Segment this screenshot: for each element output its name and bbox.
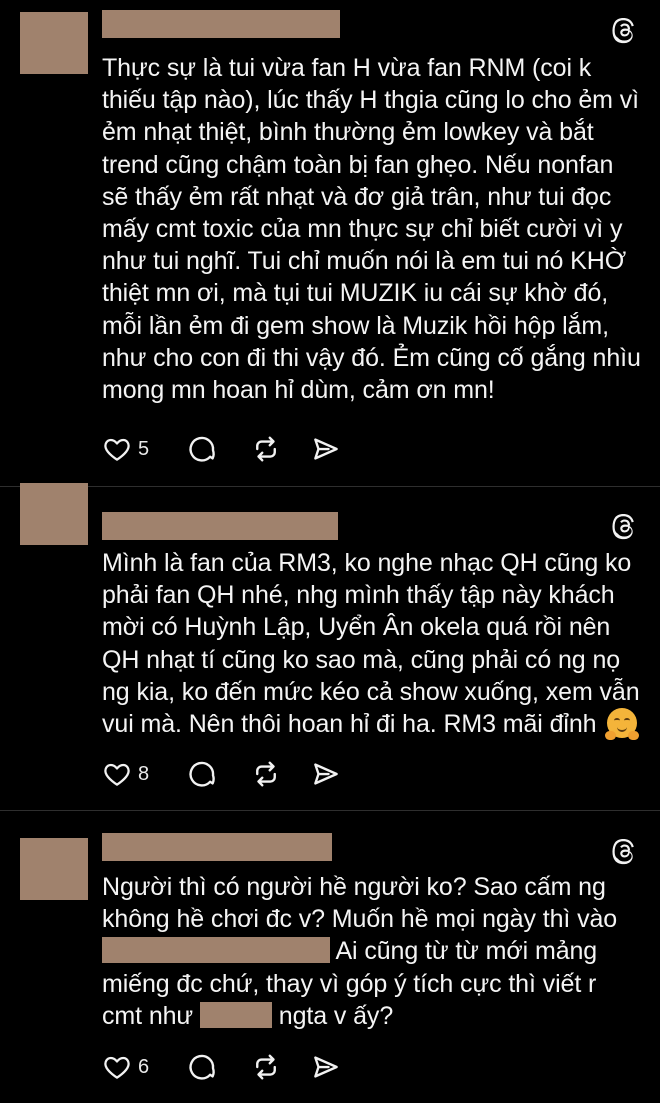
post-body: Người thì có người hề người ko? Sao cấm … xyxy=(102,871,642,1032)
post-body-part1: Người thì có người hề người ko? Sao cấm … xyxy=(102,873,618,934)
post-divider xyxy=(0,486,660,487)
post-actions: 6 xyxy=(102,1050,341,1084)
post-body: Mình là fan của RM3, ko nghe nhạc QH cũn… xyxy=(102,547,642,741)
avatar-redacted[interactable] xyxy=(20,838,88,900)
avatar-redacted[interactable] xyxy=(20,483,88,545)
redacted-name-inline xyxy=(199,1001,272,1028)
post-actions: 8 xyxy=(102,757,341,791)
post-body-part3: ngta v ấy? xyxy=(278,1001,394,1030)
hugging-face-emoji xyxy=(605,708,640,741)
heart-icon xyxy=(104,438,130,461)
comment-icon[interactable] xyxy=(187,434,217,464)
like-count: 8 xyxy=(138,762,150,785)
share-icon[interactable] xyxy=(311,434,341,464)
threads-logo-icon xyxy=(612,17,634,44)
share-icon[interactable] xyxy=(311,1052,341,1082)
like-button[interactable]: 6 xyxy=(102,1052,149,1082)
threads-logo-icon xyxy=(612,513,634,540)
post-divider xyxy=(0,810,660,811)
repost-icon[interactable] xyxy=(251,434,281,464)
repost-icon[interactable] xyxy=(251,1052,281,1082)
repost-icon[interactable] xyxy=(251,759,281,789)
like-button[interactable]: 5 xyxy=(102,434,149,464)
post-body: Thực sự là tui vừa fan H vừa fan RNM (co… xyxy=(102,54,641,405)
username-redacted[interactable] xyxy=(102,833,332,861)
post-body-text: Mình là fan của RM3, ko nghe nhạc QH cũn… xyxy=(102,549,640,739)
redacted-name-inline xyxy=(102,937,330,964)
threads-logo-icon xyxy=(612,838,634,865)
comment-icon[interactable] xyxy=(187,1052,217,1082)
username-redacted[interactable] xyxy=(102,512,338,540)
heart-icon xyxy=(104,763,130,786)
post-actions: 5 xyxy=(102,432,341,466)
share-icon[interactable] xyxy=(311,759,341,789)
heart-icon xyxy=(104,1056,130,1079)
like-button[interactable]: 8 xyxy=(102,759,149,789)
like-count: 5 xyxy=(138,437,150,460)
like-count: 6 xyxy=(138,1055,150,1078)
comment-icon[interactable] xyxy=(187,759,217,789)
avatar-redacted[interactable] xyxy=(20,12,88,74)
username-redacted[interactable] xyxy=(102,10,340,38)
